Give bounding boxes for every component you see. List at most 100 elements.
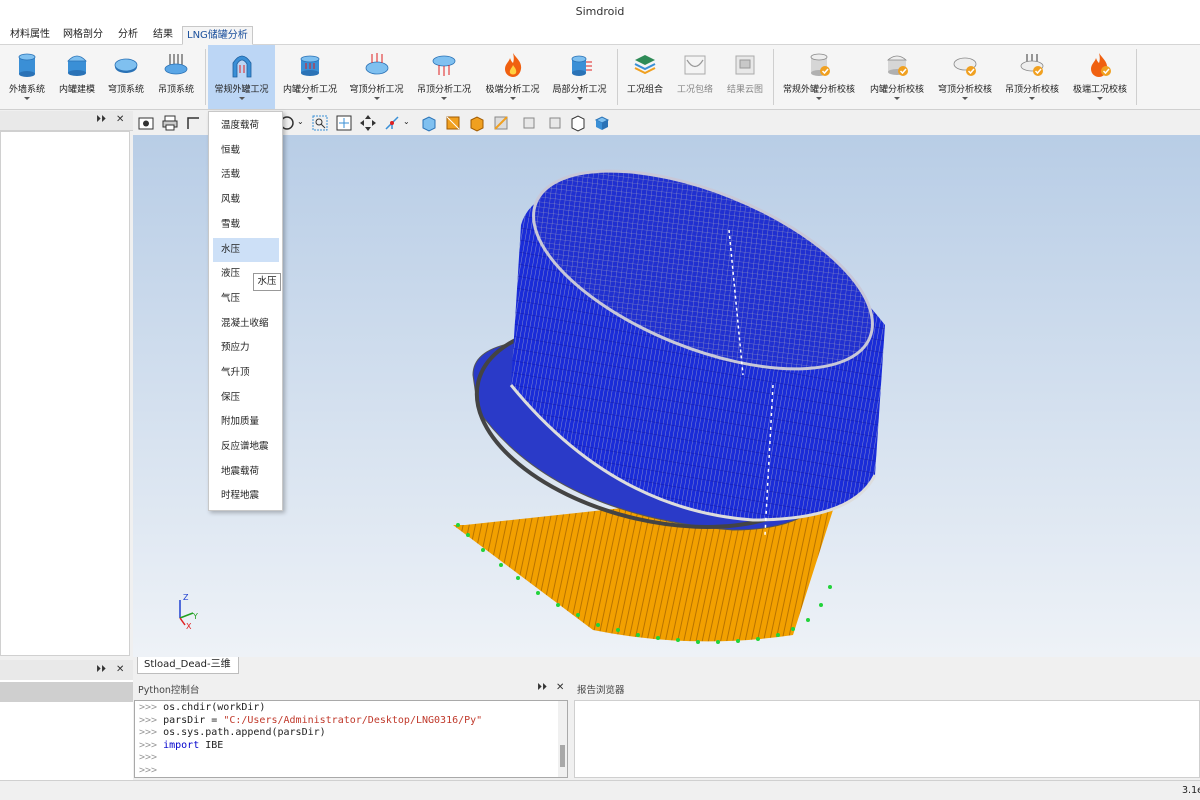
contour-icon [735, 55, 755, 75]
menu-item-prestress[interactable]: 预应力 [213, 336, 279, 360]
dome-system-button[interactable]: 穹顶系统 [104, 45, 148, 109]
view-top-icon[interactable] [468, 114, 486, 132]
outer-tank-conditions-button[interactable]: 常规外罐工况 [208, 45, 275, 109]
inner-tank-check-button[interactable]: 内罐分析校核 [865, 45, 929, 109]
view-side-icon[interactable] [492, 114, 510, 132]
tab-mesh[interactable]: 网格剖分 [59, 26, 107, 45]
chevron-down-icon[interactable]: ⌄ [403, 117, 410, 126]
status-bar: 3.1e [0, 780, 1200, 800]
inner-tank-check-label: 内罐分析校核 [869, 85, 924, 95]
menu-item-wind-load[interactable]: 风载 [213, 188, 279, 212]
ceiling-check-button[interactable]: 吊顶分析校核 [1000, 45, 1064, 109]
view-left-icon[interactable] [521, 114, 539, 132]
ribbon-separator [617, 49, 618, 105]
chevron-down-icon [24, 97, 30, 100]
ceiling-conditions-button[interactable]: 吊顶分析工况 [412, 45, 476, 109]
collapse-icon[interactable]: ⏵⏵ [537, 682, 547, 693]
menu-item-air-raising[interactable]: 气升顶 [213, 361, 279, 385]
extreme-conditions-button[interactable]: 极端分析工况 [480, 45, 545, 109]
collapse-icon[interactable]: ⏵⏵ [96, 114, 106, 125]
result-contour-button[interactable]: 结果云图 [722, 45, 768, 109]
3d-viewport[interactable]: Z Y X [133, 135, 1200, 657]
menu-item-concrete-shrinkage[interactable]: 混凝土收缩 [213, 312, 279, 336]
cylinder-dome-icon [67, 55, 87, 76]
inner-tank-conditions-button[interactable]: 内罐分析工况 [278, 45, 342, 109]
menu-item-added-mass[interactable]: 附加质量 [213, 410, 279, 434]
menu-item-seismic-load[interactable]: 地震载荷 [213, 460, 279, 484]
menu-item-live-load[interactable]: 活载 [213, 163, 279, 187]
view-tab[interactable]: Stload_Dead-三维 [137, 657, 239, 674]
measure-icon[interactable] [185, 114, 203, 132]
tab-lng-tank[interactable]: LNG储罐分析 [182, 26, 253, 45]
axis-z-label: Z [183, 593, 189, 602]
outer-tank-conditions-menu: 温度载荷 恒载 活载 风载 雪载 水压 液压 气压 混凝土收缩 预应力 气升顶 … [208, 111, 283, 511]
close-icon[interactable]: ✕ [116, 114, 124, 125]
report-browser[interactable] [574, 700, 1200, 778]
screenshot-icon[interactable] [137, 114, 155, 132]
chevron-down-icon [1097, 97, 1103, 100]
menu-item-temperature-load[interactable]: 温度载荷 [213, 114, 279, 138]
dome-check-icon [953, 57, 977, 76]
envelope-icon [684, 55, 706, 75]
load-combination-button[interactable]: 工况组合 [622, 45, 668, 109]
tank-model-render: Z Y X [179, 169, 885, 644]
console-line: >>> [139, 752, 164, 763]
dome-conditions-button[interactable]: 穹顶分析工况 [345, 45, 408, 109]
menu-item-pressure-hold[interactable]: 保压 [213, 386, 279, 410]
python-console[interactable]: >>> os.chdir(workDir) >>> parsDir = "C:/… [134, 700, 568, 778]
fit-view-icon[interactable] [335, 114, 353, 132]
extreme-check-label: 极端工况校核 [1072, 85, 1127, 95]
python-console-title: Python控制台 [138, 685, 200, 696]
console-line: >>> import IBE [139, 739, 224, 751]
ribbon-separator [773, 49, 774, 105]
tooltip-text: 水压 [257, 276, 277, 287]
outer-wall-system-button[interactable]: 外墙系统 [4, 45, 50, 109]
view-front-icon[interactable] [420, 114, 438, 132]
inner-tank-model-button[interactable]: 内罐建模 [53, 45, 101, 109]
view-right-icon[interactable] [545, 114, 563, 132]
fire-icon [504, 53, 521, 77]
console-line: >>> [139, 764, 164, 776]
ceiling-system-button[interactable]: 吊顶系统 [151, 45, 201, 109]
outer-wall-system-label: 外墙系统 [8, 85, 45, 95]
outer-tank-conditions-label: 常规外罐工况 [214, 85, 269, 95]
menu-item-snow-load[interactable]: 雪载 [213, 213, 279, 237]
ribbon: 外墙系统 内罐建模 穹顶系统 吊顶系统 常规外罐工况 内罐分析工况 穹顶分析工况… [0, 45, 1200, 110]
view-box-icon[interactable] [569, 114, 587, 132]
ceiling-conditions-label: 吊顶分析工况 [416, 85, 471, 95]
close-icon[interactable]: ✕ [116, 664, 124, 675]
menu-item-time-history[interactable]: 时程地震 [213, 484, 279, 508]
view-cube-icon[interactable] [593, 114, 611, 132]
chevron-down-icon[interactable]: ⌄ [297, 117, 304, 126]
title-bar: Simdroid [0, 0, 1200, 24]
zoom-window-icon[interactable] [311, 114, 329, 132]
print-icon[interactable] [161, 114, 179, 132]
tab-results[interactable]: 结果 [149, 26, 177, 45]
local-conditions-button[interactable]: 局部分析工况 [548, 45, 611, 109]
load-envelope-button[interactable]: 工况包络 [672, 45, 718, 109]
dome-check-button[interactable]: 穹顶分析校核 [933, 45, 997, 109]
left-panel-header: ⏵⏵ ✕ [0, 111, 133, 131]
pan-icon[interactable] [359, 114, 377, 132]
tab-analysis[interactable]: 分析 [114, 26, 142, 45]
collapse-icon[interactable]: ⏵⏵ [96, 664, 106, 675]
menu-item-dead-load[interactable]: 恒载 [213, 139, 279, 163]
scrollbar-thumb[interactable] [560, 745, 565, 767]
close-icon[interactable]: ✕ [556, 682, 564, 693]
dome-system-label: 穹顶系统 [107, 85, 144, 95]
axis-view-icon[interactable] [383, 114, 401, 132]
console-scrollbar[interactable] [558, 701, 567, 777]
tab-material[interactable]: 材料属性 [6, 26, 54, 45]
chevron-down-icon [962, 97, 968, 100]
ribbon-separator [205, 49, 206, 105]
extreme-check-button[interactable]: 极端工况校核 [1068, 45, 1132, 109]
fire-check-icon [1091, 53, 1111, 77]
chevron-down-icon [509, 97, 516, 100]
outer-tank-check-button[interactable]: 常规外罐分析校核 [777, 45, 861, 109]
dome-icon [114, 58, 138, 73]
load-combination-label: 工况组合 [626, 85, 663, 95]
menu-item-water-pressure[interactable]: 水压 [213, 238, 279, 262]
menu-item-response-spectrum[interactable]: 反应谱地震 [213, 435, 279, 459]
report-browser-title: 报告浏览器 [577, 685, 625, 696]
view-iso-icon[interactable] [444, 114, 462, 132]
